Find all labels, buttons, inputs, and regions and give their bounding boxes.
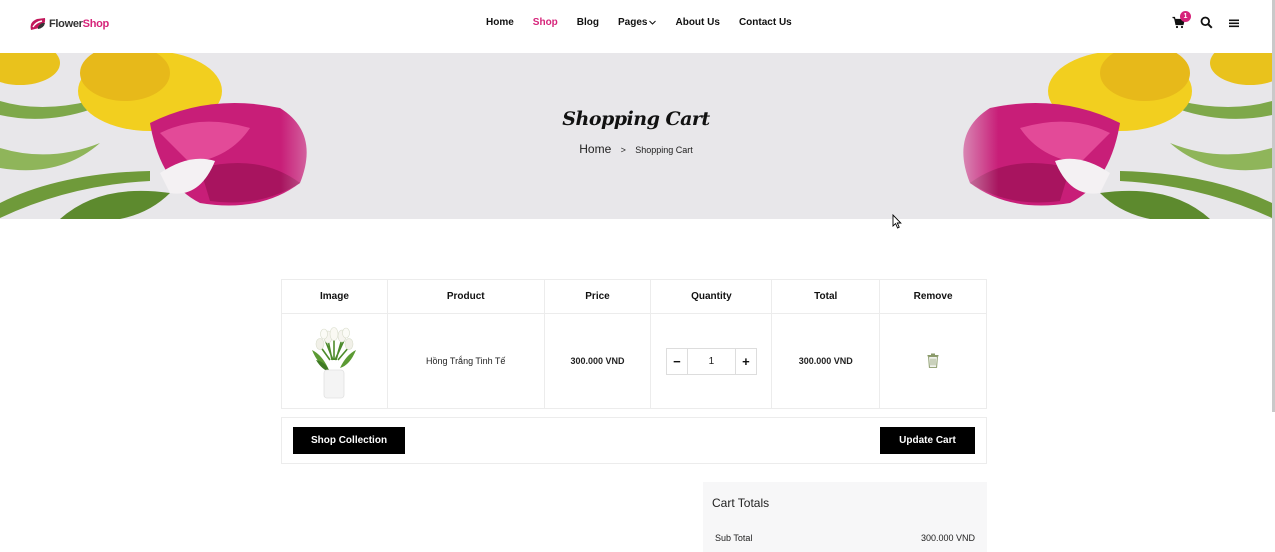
cart-table-header: Image Product Price Quantity Total Remov… xyxy=(281,279,987,314)
breadcrumb-separator: > xyxy=(620,145,626,155)
main-nav: Home Shop Blog Pages About Us Contact Us xyxy=(486,17,811,28)
site-header: FlowerShop Home Shop Blog Pages About Us… xyxy=(0,0,1275,53)
nav-item-pages[interactable]: Pages xyxy=(618,17,657,28)
subtotal-value: 300.000 VND xyxy=(920,533,975,543)
nav-item-blog[interactable]: Blog xyxy=(577,17,599,28)
cart-totals-title: Cart Totals xyxy=(712,496,770,510)
logo-text-shop: Shop xyxy=(82,18,110,30)
column-header-remove: Remove xyxy=(879,279,987,314)
menu-icon xyxy=(1229,19,1239,28)
cart-button[interactable]: 1 xyxy=(1172,11,1191,30)
column-header-product: Product xyxy=(386,279,545,314)
remove-cell xyxy=(879,313,987,409)
nav-item-contact[interactable]: Contact Us xyxy=(739,17,792,28)
quantity-stepper: − 1 + xyxy=(665,347,757,375)
product-price: 300.000 VND xyxy=(543,313,652,409)
column-header-total: Total xyxy=(771,279,881,314)
page-banner: Shopping Cart Home > Shopping Cart xyxy=(0,53,1272,219)
page-title: Shopping Cart xyxy=(562,108,710,130)
product-image-cell xyxy=(281,313,388,409)
cart-table: Image Product Price Quantity Total Remov… xyxy=(281,279,987,409)
search-button[interactable] xyxy=(1200,16,1214,30)
tulips-right-image xyxy=(930,53,1272,219)
quantity-increase-button[interactable]: + xyxy=(736,349,756,374)
menu-button[interactable] xyxy=(1228,16,1242,30)
breadcrumb: Home > Shopping Cart xyxy=(0,142,1272,156)
logo-icon xyxy=(30,18,46,30)
column-header-quantity: Quantity xyxy=(650,279,773,314)
nav-item-shop[interactable]: Shop xyxy=(533,17,558,28)
product-name[interactable]: Hồng Trắng Tinh Tế xyxy=(386,313,545,409)
nav-item-home[interactable]: Home xyxy=(486,17,514,28)
quantity-decrease-button[interactable]: − xyxy=(667,349,687,374)
table-row: Hồng Trắng Tinh Tế 300.000 VND − 1 + 300… xyxy=(281,313,987,409)
mouse-pointer-icon xyxy=(892,214,902,229)
subtotal-label: Sub Total xyxy=(715,533,753,543)
column-header-image: Image xyxy=(281,279,388,314)
quantity-cell: − 1 + xyxy=(650,313,773,409)
breadcrumb-current: Shopping Cart xyxy=(635,145,693,155)
cart-actions: Shop Collection Update Cart xyxy=(281,417,987,464)
quantity-input[interactable]: 1 xyxy=(686,348,736,374)
logo-text-flower: Flower xyxy=(49,18,83,30)
breadcrumb-home-link[interactable]: Home xyxy=(579,142,611,156)
update-cart-button[interactable]: Update Cart xyxy=(880,427,975,454)
trash-icon[interactable] xyxy=(927,353,939,368)
product-total: 300.000 VND xyxy=(771,313,881,409)
subtotal-row: Sub Total 300.000 VND xyxy=(715,533,975,543)
product-image[interactable] xyxy=(302,320,366,400)
cart-totals: Cart Totals Sub Total 300.000 VND xyxy=(703,482,987,552)
column-header-price: Price xyxy=(543,279,652,314)
header-actions: 1 xyxy=(1158,11,1242,30)
search-icon xyxy=(1200,16,1213,29)
nav-item-about[interactable]: About Us xyxy=(675,17,719,28)
nav-item-pages-label: Pages xyxy=(618,17,648,28)
logo[interactable]: FlowerShop xyxy=(28,16,109,32)
cart-count-badge: 1 xyxy=(1180,11,1191,22)
chevron-down-icon xyxy=(649,20,657,25)
tulips-left-image xyxy=(0,53,360,219)
shop-collection-button[interactable]: Shop Collection xyxy=(293,427,405,454)
